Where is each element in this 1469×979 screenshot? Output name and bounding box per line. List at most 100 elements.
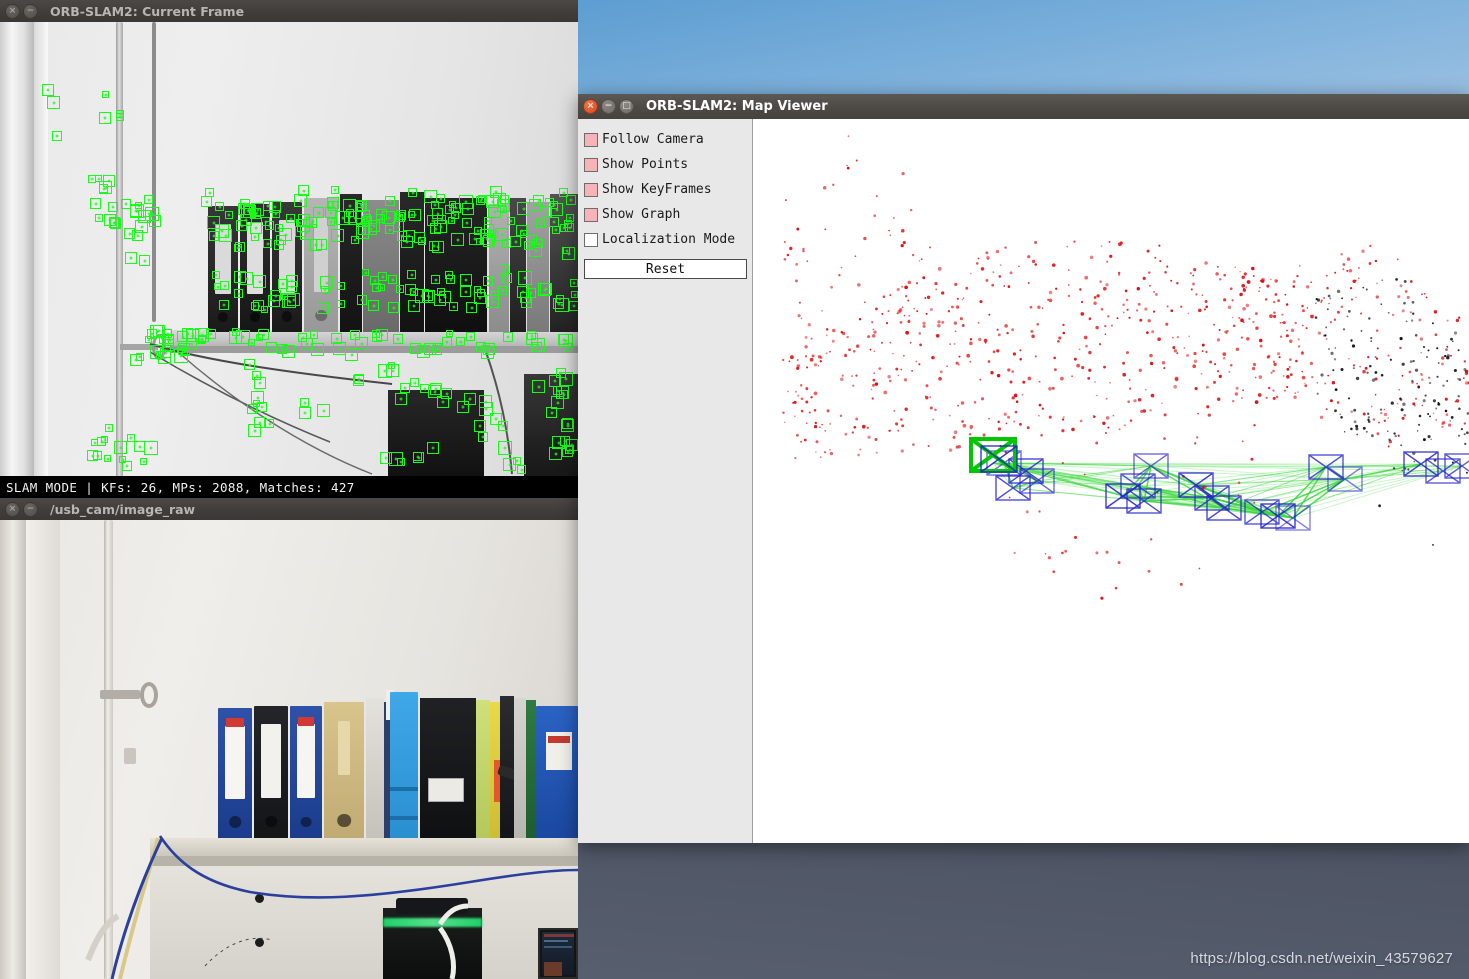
checkbox-checked-icon[interactable] [584,157,598,172]
orb-keypoint [250,208,261,219]
orb-keypoint [253,275,266,288]
orb-keypoint [103,175,115,187]
window-title-current-frame: ORB-SLAM2: Current Frame [50,3,245,19]
orb-keypoint [215,202,224,211]
orb-keypoint [396,210,406,220]
checkbox-label: Follow Camera [602,132,704,147]
titlebar-usb-cam-raw[interactable]: × − /usb_cam/image_raw [0,498,578,520]
orb-keypoint [201,196,212,207]
minimize-icon[interactable]: − [601,99,616,114]
checkbox-checked-icon[interactable] [584,182,598,197]
orb-keypoint [563,343,572,352]
orb-keypoint [356,226,369,239]
map-points [781,135,1469,600]
cable-overlay [149,343,513,475]
orb-keypoint [431,275,440,284]
orb-keypoint [101,436,108,443]
orb-keypoint [219,300,229,310]
orb-keypoint [337,300,345,308]
orb-keypoint [445,271,453,279]
orb-keypoint [102,91,109,98]
checkbox-row-follow-camera[interactable]: Follow Camera [584,127,746,152]
orb-keypoint [105,424,113,432]
orb-keypoint [407,270,416,279]
orb-keypoint [500,195,509,204]
orb-keypoint [251,391,264,404]
orb-keypoint [502,239,511,248]
orb-keypoint [268,295,280,307]
orb-keypoint [357,295,367,305]
orb-keypoint [437,215,446,224]
orb-keypoint [476,342,486,352]
orb-keypoint [536,219,545,228]
orb-keypoint [320,276,333,289]
orb-keypoint [87,450,98,461]
orb-keypoint [479,395,492,408]
orb-keypoint [378,364,392,378]
orb-keypoint [331,229,344,242]
orb-keypoint [376,214,385,223]
minimize-icon[interactable]: − [23,3,38,19]
orb-keypoint [432,241,444,253]
orb-keypoint [564,220,572,228]
titlebar-current-frame[interactable]: × − ORB-SLAM2: Current Frame [0,0,578,22]
checkbox-row-show-graph[interactable]: Show Graph [584,202,746,227]
orb-keypoint [408,300,420,312]
orb-keypoint [214,283,221,290]
titlebar-map-viewer[interactable]: × − □ ORB-SLAM2: Map Viewer [578,94,1469,119]
orb-keypoint [520,292,531,303]
checkbox-row-show-points[interactable]: Show Points [584,152,746,177]
window-usb-cam-raw[interactable]: × − /usb_cam/image_raw [0,498,578,979]
close-icon[interactable]: × [583,99,598,114]
usb-cam-video [0,520,578,979]
maximize-icon[interactable]: □ [619,99,634,114]
orb-keypoint [119,456,126,463]
orb-keypoint [385,225,394,234]
orb-keypoint [571,291,578,298]
window-map-viewer[interactable]: × − □ ORB-SLAM2: Map Viewer Follow Camer… [578,94,1469,843]
orb-keypoint [220,281,229,290]
checkbox-label: Show Points [602,157,689,172]
orb-keypoint [248,424,261,437]
orb-keypoint [225,211,233,219]
close-icon[interactable]: × [5,501,20,517]
map-viewer-body: Follow Camera Show Points Show KeyFrames Sh… [578,119,1469,843]
orb-keypoint [234,289,243,298]
orb-keypoint [378,284,385,291]
orb-keypoint [265,419,274,428]
close-icon[interactable]: × [5,3,20,19]
orb-keypoint [298,333,307,342]
orb-keypoint [125,252,137,264]
orb-keypoint [299,407,311,419]
orb-keypoint [566,195,576,205]
orb-keypoint [477,289,485,297]
orb-keypoint [552,226,560,234]
map-3d-canvas[interactable] [753,119,1469,843]
checkbox-row-localization-mode[interactable]: Localization Mode [584,227,746,252]
orb-keypoint [47,96,60,109]
orb-keypoint [354,374,364,384]
orb-keypoint [108,202,118,212]
checkbox-row-show-keyframes[interactable]: Show KeyFrames [584,177,746,202]
orb-keypoint [136,353,144,361]
orb-keypoint [442,337,452,347]
orb-keypoint [286,275,298,287]
orb-keypoint [263,239,272,248]
window-current-frame[interactable]: × − ORB-SLAM2: Current Frame SLAM MODE |… [0,0,578,498]
minimize-icon[interactable]: − [23,501,38,517]
checkbox-checked-icon[interactable] [584,132,598,147]
orb-keypoint [476,196,485,205]
orb-keypoint [331,186,339,194]
orb-keypoint [279,228,292,241]
cable-overlay-color [85,835,578,979]
slam-status-bar: SLAM MODE | KFs: 26, MPs: 2088, Matches:… [0,476,578,498]
orb-keypoint [336,211,350,225]
orb-keypoint [284,296,296,308]
orb-keypoint [565,445,574,454]
checkbox-checked-icon[interactable] [584,207,598,222]
orb-keypoint [502,273,512,283]
minimize-glyph: − [26,503,35,514]
checkbox-unchecked-icon[interactable] [584,232,598,247]
orb-keypoint [446,330,453,337]
reset-button[interactable]: Reset [584,259,747,279]
